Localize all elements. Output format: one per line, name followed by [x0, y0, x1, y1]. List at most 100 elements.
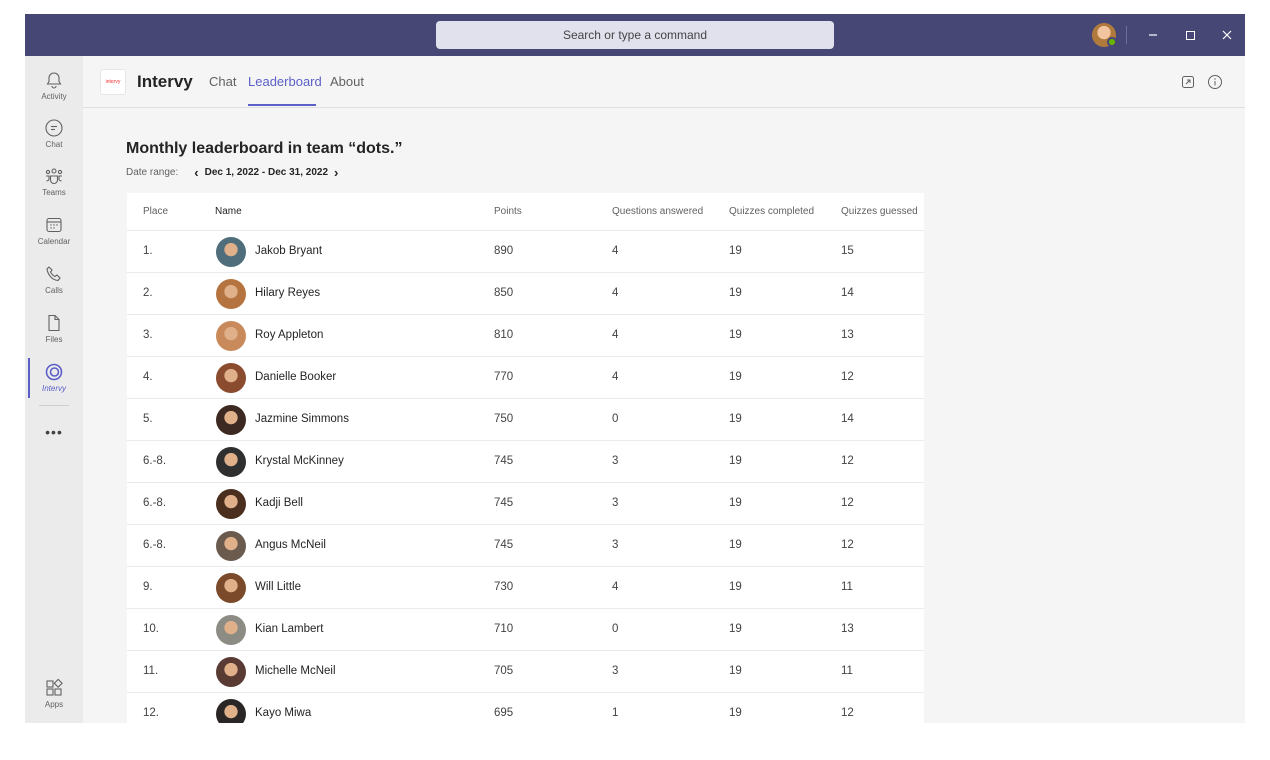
tab-chat[interactable]: Chat — [209, 74, 236, 89]
name-cell: Jazmine Simmons — [255, 413, 349, 425]
info-icon[interactable] — [1207, 74, 1223, 90]
quizzes-completed-cell: 19 — [729, 329, 742, 341]
quizzes-guessed-cell: 13 — [841, 623, 854, 635]
questions-answered-cell: 0 — [612, 623, 619, 635]
table-row[interactable]: 4. Danielle Booker 770 4 19 12 — [127, 357, 924, 399]
place-cell: 11. — [143, 665, 159, 677]
column-header-quizzes-guessed: Quizzes guessed — [841, 206, 918, 217]
active-tab-indicator — [248, 104, 316, 106]
date-range-label: Date range: — [126, 167, 179, 178]
questions-answered-cell: 4 — [612, 245, 619, 257]
name-cell: Krystal McKinney — [255, 455, 344, 467]
column-header-quizzes-completed: Quizzes completed — [729, 206, 815, 217]
popout-icon[interactable] — [1180, 74, 1196, 90]
leaderboard-content: Monthly leaderboard in team “dots.” Date… — [83, 109, 1245, 723]
page-title: Monthly leaderboard in team “dots.” — [126, 140, 403, 157]
rail-item-intervy[interactable]: Intervy — [25, 360, 83, 406]
avatar — [216, 615, 246, 645]
teams-window: Search or type a command Activity Chat T… — [25, 14, 1245, 723]
chevron-right-icon[interactable]: › — [334, 166, 338, 179]
table-row[interactable]: 3. Roy Appleton 810 4 19 13 — [127, 315, 924, 357]
app-rail: Activity Chat Teams Calendar Calls Files… — [25, 56, 83, 723]
avatar — [216, 405, 246, 435]
avatar — [216, 573, 246, 603]
table-row[interactable]: 12. Kayo Miwa 695 1 19 12 — [127, 693, 924, 723]
rail-label: Calls — [45, 286, 63, 295]
rail-item-calendar[interactable]: Calendar — [25, 213, 83, 259]
place-cell: 6.-8. — [143, 455, 167, 467]
points-cell: 730 — [494, 581, 514, 593]
rail-item-teams[interactable]: Teams — [25, 164, 83, 210]
titlebar-divider — [1126, 26, 1127, 44]
rail-item-files[interactable]: Files — [25, 311, 83, 357]
intervy-icon — [45, 363, 63, 381]
avatar — [216, 279, 246, 309]
quizzes-completed-cell: 19 — [729, 665, 742, 677]
name-cell: Kayo Miwa — [255, 707, 312, 719]
tab-leaderboard[interactable]: Leaderboard — [248, 74, 322, 89]
table-row[interactable]: 6.-8. Angus McNeil 745 3 19 12 — [127, 525, 924, 567]
table-row[interactable]: 2. Hilary Reyes 850 4 19 14 — [127, 273, 924, 315]
tab-about[interactable]: About — [330, 74, 364, 89]
questions-answered-cell: 0 — [612, 413, 619, 425]
rail-item-activity[interactable]: Activity — [25, 68, 83, 114]
chat-icon — [45, 119, 63, 137]
avatar — [216, 489, 246, 519]
place-cell: 2. — [143, 287, 153, 299]
place-cell: 10. — [143, 623, 159, 635]
name-cell: Angus McNeil — [255, 539, 326, 551]
name-cell: Jakob Bryant — [255, 245, 323, 257]
avatar — [216, 363, 246, 393]
quizzes-completed-cell: 19 — [729, 245, 742, 257]
search-input[interactable]: Search or type a command — [436, 21, 834, 49]
phone-icon — [46, 266, 61, 282]
more-apps-button[interactable]: ••• — [25, 424, 83, 440]
place-cell: 6.-8. — [143, 497, 167, 509]
rail-item-apps[interactable]: Apps — [25, 676, 83, 722]
app-logo-text: intervy — [105, 79, 121, 85]
table-row[interactable]: 5. Jazmine Simmons 750 0 19 14 — [127, 399, 924, 441]
table-row[interactable]: 1. Jakob Bryant 890 4 19 15 — [127, 231, 924, 273]
rail-item-calls[interactable]: Calls — [25, 262, 83, 308]
quizzes-guessed-cell: 11 — [841, 665, 853, 677]
quizzes-guessed-cell: 15 — [841, 245, 854, 257]
rail-label: Files — [45, 335, 63, 344]
table-row[interactable]: 11. Michelle McNeil 705 3 19 11 — [127, 651, 924, 693]
quizzes-guessed-cell: 14 — [841, 413, 854, 425]
name-cell: Danielle Booker — [255, 371, 337, 383]
avatar — [216, 237, 246, 267]
questions-answered-cell: 4 — [612, 287, 619, 299]
minimize-button[interactable] — [1142, 24, 1164, 46]
points-cell: 745 — [494, 497, 514, 509]
close-button[interactable] — [1216, 24, 1238, 46]
name-cell: Michelle McNeil — [255, 665, 336, 677]
maximize-button[interactable] — [1179, 24, 1201, 46]
app-header: intervy Intervy Chat Leaderboard About — [83, 56, 1245, 108]
table-row[interactable]: 9. Will Little 730 4 19 11 — [127, 567, 924, 609]
avatar — [216, 321, 246, 351]
quizzes-completed-cell: 19 — [729, 371, 742, 383]
avatar — [216, 699, 246, 723]
questions-answered-cell: 4 — [612, 371, 619, 383]
questions-answered-cell: 1 — [612, 707, 619, 719]
quizzes-guessed-cell: 13 — [841, 329, 854, 341]
table-row[interactable]: 6.-8. Kadji Bell 745 3 19 12 — [127, 483, 924, 525]
table-row[interactable]: 10. Kian Lambert 710 0 19 13 — [127, 609, 924, 651]
quizzes-guessed-cell: 12 — [841, 539, 854, 551]
date-range: Date range: ‹ Dec 1, 2022 - Dec 31, 2022… — [126, 166, 344, 179]
chevron-left-icon[interactable]: ‹ — [194, 166, 198, 179]
presence-indicator — [1107, 37, 1117, 47]
points-cell: 745 — [494, 455, 514, 467]
questions-answered-cell: 3 — [612, 539, 619, 551]
table-row[interactable]: 6.-8. Krystal McKinney 745 3 19 12 — [127, 441, 924, 483]
calendar-icon — [46, 217, 62, 233]
leaderboard-table: Place Name Points Questions answered Qui… — [127, 193, 924, 723]
quizzes-completed-cell: 19 — [729, 287, 742, 299]
questions-answered-cell: 3 — [612, 665, 619, 677]
apps-icon — [46, 678, 63, 696]
teams-icon — [45, 168, 63, 185]
column-header-points: Points — [494, 206, 522, 217]
quizzes-guessed-cell: 11 — [841, 581, 853, 593]
rail-item-chat[interactable]: Chat — [25, 116, 83, 162]
questions-answered-cell: 3 — [612, 497, 619, 509]
